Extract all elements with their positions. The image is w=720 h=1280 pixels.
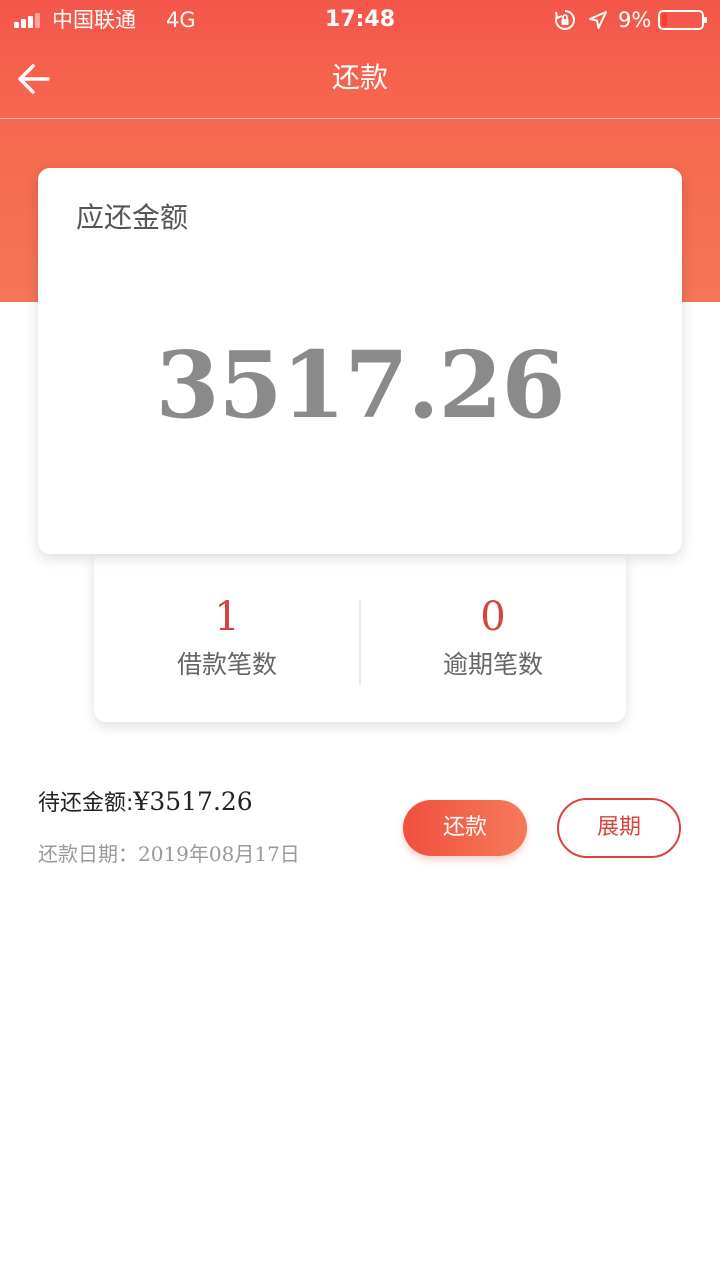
loan-count-value: 1 xyxy=(214,594,240,640)
battery-icon xyxy=(658,10,707,30)
orientation-lock-icon xyxy=(555,10,575,30)
amount-due-value: 3517.26 xyxy=(155,331,565,439)
loan-stats-card: 1 借款笔数 0 逾期笔数 xyxy=(94,555,626,722)
status-bar: 中国联通 4G 17:48 9% xyxy=(0,0,720,40)
loan-count-stat[interactable]: 1 借款笔数 xyxy=(94,555,360,722)
repay-date-value: 2019年08月17日 xyxy=(138,842,300,866)
pending-amount-label: 待还金额: xyxy=(38,791,134,816)
extend-button[interactable]: 展期 xyxy=(557,798,681,858)
amount-due-label: 应还金额 xyxy=(76,201,189,234)
loan-count-label: 借款笔数 xyxy=(176,650,277,679)
repay-button[interactable]: 还款 xyxy=(403,800,527,856)
overdue-count-stat[interactable]: 0 逾期笔数 xyxy=(360,555,626,722)
amount-due-card: 应还金额 3517.26 xyxy=(38,168,682,554)
status-time: 17:48 xyxy=(324,7,396,32)
repay-date-label: 还款日期： xyxy=(38,842,138,866)
overdue-count-value: 0 xyxy=(480,594,506,640)
overdue-count-label: 逾期笔数 xyxy=(442,650,543,679)
battery-percent: 9% xyxy=(618,8,652,32)
repay-date-row: 还款日期：2019年08月17日 xyxy=(38,838,378,870)
navigation-bar: 还款 xyxy=(0,40,720,119)
location-icon xyxy=(589,11,607,29)
pending-amount-row: 待还金额:¥3517.26 xyxy=(38,784,378,820)
page-title: 还款 xyxy=(331,61,388,94)
pending-amount-value: ¥3517.26 xyxy=(133,787,253,816)
